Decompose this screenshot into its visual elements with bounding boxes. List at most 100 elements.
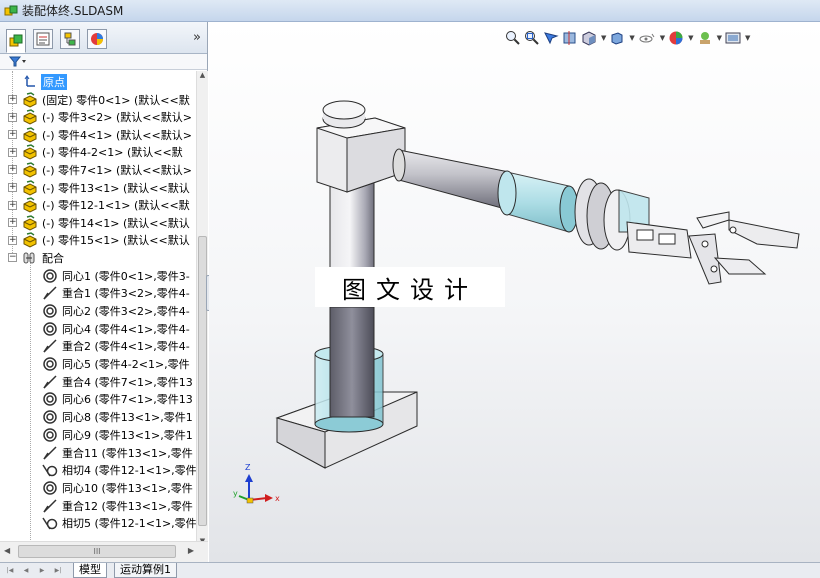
tree-item-component[interactable]: + (-) 零件4-2<1> (默认<<默: [0, 144, 196, 161]
tree-item-mate[interactable]: 相切4 (零件12-1<1>,零件: [0, 462, 196, 479]
collapse-toggle[interactable]: −: [8, 253, 17, 262]
tree-item-component[interactable]: + (固定) 零件0<1> (默认<<默: [0, 91, 196, 108]
tree-item-component[interactable]: + (-) 零件3<2> (默认<<默认>: [0, 109, 196, 126]
expand-toggle[interactable]: +: [8, 183, 17, 192]
tree-item-component[interactable]: + (-) 零件12-1<1> (默认<<默: [0, 197, 196, 214]
component-label: (-) 零件4<1> (默认<<默认>: [42, 128, 192, 142]
mate-label: 同心10 (零件13<1>,零件: [62, 481, 193, 495]
mate-concentric-icon: [42, 268, 58, 284]
mate-label: 同心2 (零件3<2>,零件4-: [62, 304, 190, 318]
tree-item-mate[interactable]: 重合12 (零件13<1>,零件: [0, 497, 196, 514]
configurationmanager-icon: [64, 32, 76, 46]
mate-tangent-icon: [42, 515, 58, 531]
tree-item-mate[interactable]: 同心1 (零件0<1>,零件3-: [0, 267, 196, 284]
mate-concentric-icon: [42, 427, 58, 443]
reference-triad: Z x y: [233, 463, 280, 504]
panel-more-button[interactable]: »: [193, 30, 201, 45]
component-label: (-) 零件14<1> (默认<<默认: [42, 216, 190, 230]
component-label: (-) 零件7<1> (默认<<默认>: [42, 163, 192, 177]
tree-item-origin[interactable]: 原点: [0, 73, 196, 90]
mate-label: 同心9 (零件13<1>,零件1: [62, 428, 193, 442]
configurationmanager-tab[interactable]: [60, 29, 80, 49]
tree-item-mate[interactable]: 同心5 (零件4-2<1>,零件: [0, 356, 196, 373]
filter-icon[interactable]: [8, 55, 28, 68]
mate-coincident-icon: [42, 285, 58, 301]
displaymanager-tab[interactable]: [87, 29, 107, 49]
tree-item-mate[interactable]: 同心8 (零件13<1>,零件1: [0, 409, 196, 426]
mates-folder-label: 配合: [42, 251, 64, 265]
mate-label: 同心4 (零件4<1>,零件4-: [62, 322, 190, 336]
graphics-area[interactable]: ▼ ▼ ▼ ▼ ▼ ▼ Z x y: [209, 22, 820, 562]
tab-model[interactable]: 模型: [73, 563, 107, 578]
tree-item-mate[interactable]: 同心6 (零件7<1>,零件13: [0, 391, 196, 408]
next-tab-icon[interactable]: ▶: [36, 565, 48, 576]
elbow-sleeve[interactable]: [497, 170, 579, 233]
part-component-icon: [22, 179, 38, 196]
assembly-model-robot-arm[interactable]: Z x y: [209, 22, 820, 562]
tree-item-mate[interactable]: 重合11 (零件13<1>,零件: [0, 444, 196, 461]
gripper[interactable]: [626, 211, 800, 285]
tree-item-component[interactable]: + (-) 零件13<1> (默认<<默认: [0, 179, 196, 196]
expand-toggle[interactable]: +: [8, 112, 17, 122]
part-component-icon: [22, 214, 38, 231]
tree-item-mate[interactable]: 重合1 (零件3<2>,零件4-: [0, 285, 196, 302]
scroll-up-arrow-icon[interactable]: ▲: [197, 71, 208, 83]
mate-tangent-icon: [42, 462, 58, 478]
tree-item-component[interactable]: + (-) 零件4<1> (默认<<默认>: [0, 126, 196, 143]
mate-label: 重合12 (零件13<1>,零件: [62, 499, 193, 513]
last-tab-icon[interactable]: ▶|: [52, 565, 64, 576]
mate-concentric-icon: [42, 409, 58, 425]
scroll-left-arrow-icon[interactable]: ◀: [4, 546, 10, 555]
tree-item-mate[interactable]: 同心9 (零件13<1>,零件1: [0, 426, 196, 443]
expand-toggle[interactable]: +: [8, 130, 17, 140]
featuremanager-tab[interactable]: [6, 29, 26, 53]
scroll-right-arrow-icon[interactable]: ▶: [188, 546, 194, 555]
tree-item-component[interactable]: + (-) 零件14<1> (默认<<默认: [0, 214, 196, 231]
triad-z-label: Z: [245, 463, 251, 472]
expand-toggle[interactable]: +: [8, 95, 17, 104]
prev-tab-icon[interactable]: ◀: [20, 565, 32, 576]
tab-motion-study[interactable]: 运动算例1: [114, 563, 177, 578]
part-component-icon: [22, 232, 38, 248]
propertymanager-tab[interactable]: [33, 29, 53, 49]
tree-item-mate[interactable]: 重合4 (零件7<1>,零件13: [0, 373, 196, 390]
expand-toggle[interactable]: +: [8, 200, 17, 210]
mate-concentric-icon: [42, 480, 58, 496]
origin-icon: [22, 74, 38, 90]
expand-toggle[interactable]: +: [8, 165, 17, 175]
mate-label: 重合4 (零件7<1>,零件13: [62, 375, 193, 389]
hscroll-thumb[interactable]: III: [18, 545, 176, 558]
tree-item-mate[interactable]: 同心10 (零件13<1>,零件: [0, 479, 196, 496]
tree-item-mate[interactable]: 同心4 (零件4<1>,零件4-: [0, 320, 196, 337]
tree-item-mate[interactable]: 相切5 (零件12-1<1>,零件: [0, 515, 196, 532]
horizontal-arm[interactable]: [392, 148, 510, 211]
shoulder-block[interactable]: [316, 100, 406, 193]
tree-item-component[interactable]: + (-) 零件15<1> (默认<<默认: [0, 232, 196, 249]
tree-item-mate[interactable]: 同心2 (零件3<2>,零件4-: [0, 302, 196, 319]
mates-folder-icon: [22, 250, 38, 266]
mate-label: 同心1 (零件0<1>,零件3-: [62, 269, 190, 283]
tree-item-mate[interactable]: 重合2 (零件4<1>,零件4-: [0, 338, 196, 355]
watermark-label: 图文设计: [315, 267, 505, 307]
bottom-tab-bar: |◀ ◀ ▶ ▶| 模型 运动算例1: [0, 562, 820, 578]
mate-label: 同心6 (零件7<1>,零件13: [62, 393, 193, 407]
tree-horizontal-scrollbar[interactable]: ◀ III ▶: [0, 541, 208, 562]
mate-concentric-icon: [42, 321, 58, 337]
tree-item-component[interactable]: + (-) 零件7<1> (默认<<默认>: [0, 161, 196, 178]
mate-label: 相切4 (零件12-1<1>,零件: [62, 464, 196, 478]
component-label: (-) 零件4-2<1> (默认<<默: [42, 146, 183, 160]
featuremanager-icon: [9, 34, 23, 47]
mate-concentric-icon: [42, 356, 58, 372]
expand-toggle[interactable]: +: [8, 147, 17, 157]
part-component-icon: [22, 197, 38, 213]
title-bar: 装配体终.SLDASM: [0, 0, 820, 22]
first-tab-icon[interactable]: |◀: [4, 565, 16, 576]
mate-label: 同心5 (零件4-2<1>,零件: [62, 358, 190, 371]
expand-toggle[interactable]: +: [8, 218, 17, 228]
component-label: (-) 零件3<2> (默认<<默认>: [42, 111, 192, 125]
expand-toggle[interactable]: +: [8, 235, 17, 245]
component-label: (-) 零件13<1> (默认<<默认: [42, 181, 190, 195]
origin-label: 原点: [41, 73, 67, 90]
tree-item-mates-folder[interactable]: − 配合: [0, 249, 196, 266]
part-component-icon: [22, 144, 38, 160]
